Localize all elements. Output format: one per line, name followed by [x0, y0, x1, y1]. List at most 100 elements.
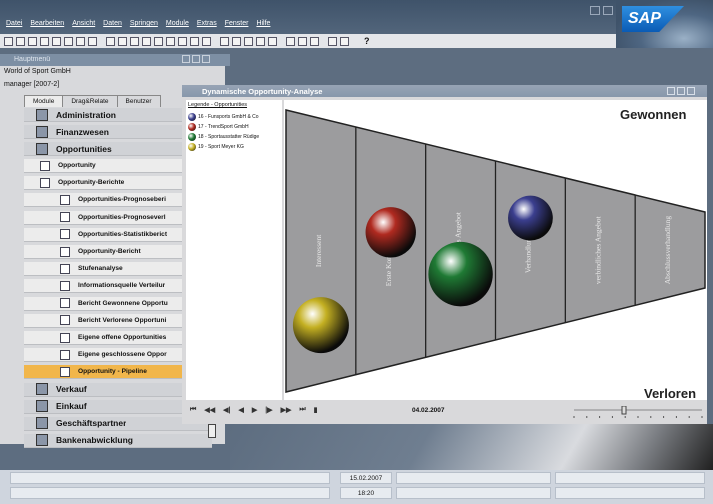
- alert-icon[interactable]: [328, 36, 337, 46]
- next-record-icon[interactable]: [154, 36, 163, 46]
- opportunity-bubble[interactable]: [428, 241, 493, 307]
- pipeline-funnel: InteressentErste KontaktaufnahmeUnverbin…: [285, 109, 706, 393]
- report-icon: [60, 263, 70, 274]
- status-bar: 15.02.2007 18:20: [0, 470, 713, 504]
- last-record-icon[interactable]: [166, 36, 175, 46]
- stage-label: Abschlussverhandlung: [663, 216, 672, 285]
- status-field-message: [10, 472, 330, 484]
- find-icon[interactable]: [106, 36, 115, 46]
- report-icon: [60, 349, 70, 360]
- menu-item-8[interactable]: Hilfe: [256, 20, 270, 30]
- playback-button[interactable]: ▮: [314, 406, 318, 414]
- menu-item-4[interactable]: Springen: [130, 20, 158, 30]
- add-icon[interactable]: [118, 36, 127, 46]
- help-icon[interactable]: ?: [364, 36, 370, 46]
- menu-item-3[interactable]: Daten: [103, 20, 122, 30]
- legend-item: 16 - Funsports GmbH & Co: [188, 113, 282, 121]
- print-icon[interactable]: [16, 36, 25, 46]
- gross-profit-icon[interactable]: [244, 36, 253, 46]
- menu-item-7[interactable]: Fenster: [225, 20, 249, 30]
- playback-button[interactable]: ▶: [252, 406, 257, 414]
- tab-drag-relate[interactable]: Drag&Relate: [62, 95, 118, 107]
- module-item[interactable]: Bankenabwicklung: [24, 433, 212, 448]
- scrollbar[interactable]: [208, 424, 216, 438]
- menu-bar: Datei Bearbeiten Ansicht Daten Springen Modul…: [6, 20, 270, 30]
- legend-item: 17 - TrendSport GmbH: [188, 123, 282, 131]
- playback-button[interactable]: ⏮: [190, 406, 196, 414]
- finance-icon: [36, 125, 48, 138]
- tab-modules[interactable]: Module: [24, 95, 64, 107]
- tab-user[interactable]: Benutzer: [116, 95, 161, 107]
- legend-label: 19 - Sport Meyer KG: [198, 144, 244, 150]
- menu-item-1[interactable]: Bearbeiten: [30, 20, 64, 30]
- close-icon[interactable]: [202, 55, 210, 63]
- previous-record-icon[interactable]: [142, 36, 151, 46]
- module-item-label: Opportunities: [56, 143, 112, 154]
- main-menu-tabs: Module Drag&Relate Benutzer: [24, 95, 161, 107]
- module-item-label: Bericht Gewonnene Opportu: [78, 299, 168, 307]
- menu-item-5[interactable]: Module: [166, 20, 189, 30]
- filter-icon[interactable]: [178, 36, 187, 46]
- module-item-label: Bericht Verlorene Opportuni: [78, 316, 167, 324]
- payment-means-icon[interactable]: [256, 36, 265, 46]
- export-icon[interactable]: [76, 36, 85, 46]
- sort-icon[interactable]: [190, 36, 199, 46]
- base-document-icon[interactable]: [202, 36, 211, 46]
- playback-date: 04.02.2007: [412, 407, 445, 414]
- new-icon[interactable]: [4, 36, 13, 46]
- module-item-label: Opportunities-Statistikberict: [78, 230, 168, 238]
- admin-icon: [36, 108, 48, 121]
- playback-button[interactable]: ◀: [238, 406, 243, 414]
- menu-item-2[interactable]: Ansicht: [72, 20, 95, 30]
- settings-icon[interactable]: [268, 36, 277, 46]
- report-icon: [60, 298, 70, 309]
- playback-button[interactable]: ◀◀: [204, 406, 215, 414]
- slider-thumb[interactable]: [621, 406, 627, 415]
- main-menu-controls: [182, 55, 210, 63]
- fax-icon[interactable]: [64, 36, 73, 46]
- legend-label: 17 - TrendSport GmbH: [198, 124, 249, 130]
- module-item-label: Einkauf: [56, 401, 87, 412]
- playback-button[interactable]: ▶▶: [281, 406, 292, 414]
- opportunity-bubble[interactable]: [292, 297, 349, 354]
- timeline-slider[interactable]: [570, 406, 706, 420]
- sms-icon[interactable]: [52, 36, 61, 46]
- lost-label: Verloren: [644, 386, 697, 401]
- minimize-icon[interactable]: [590, 6, 600, 15]
- opportunity-bubble[interactable]: [365, 207, 416, 258]
- report-icon: [60, 246, 70, 257]
- minimize-icon[interactable]: [667, 87, 675, 95]
- report-icon: [60, 194, 70, 205]
- stage-label: Interessent: [314, 234, 323, 267]
- first-record-icon[interactable]: [130, 36, 139, 46]
- pencil-icon[interactable]: [286, 36, 295, 46]
- messages-icon[interactable]: [340, 36, 349, 46]
- close-icon[interactable]: [687, 87, 695, 95]
- minimize-icon[interactable]: [182, 55, 190, 63]
- legend-swatch: [188, 113, 196, 121]
- calendar-icon[interactable]: [298, 36, 307, 46]
- menu-item-0[interactable]: Datei: [6, 20, 22, 30]
- query-icon[interactable]: [310, 36, 319, 46]
- user-name: manager [2007-2]: [4, 81, 60, 88]
- maximize-icon[interactable]: [677, 87, 685, 95]
- sales-icon: [36, 383, 48, 396]
- lock-icon[interactable]: [88, 36, 97, 46]
- purchase-icon: [36, 400, 48, 413]
- target-document-icon[interactable]: [220, 36, 229, 46]
- relationship-map-icon[interactable]: [232, 36, 241, 46]
- playback-button[interactable]: |▶: [265, 406, 272, 414]
- menu-item-6[interactable]: Extras: [197, 20, 217, 30]
- stage-label: verbindliches Angebot: [593, 215, 602, 284]
- maximize-icon[interactable]: [192, 55, 200, 63]
- email-icon[interactable]: [40, 36, 49, 46]
- company-name: World of Sport GmbH: [4, 68, 71, 75]
- status-field: [10, 487, 330, 499]
- playback-button[interactable]: ⏭: [299, 406, 305, 414]
- background-image: [230, 424, 713, 470]
- playback-button[interactable]: ◀|: [223, 406, 230, 414]
- preview-icon[interactable]: [28, 36, 37, 46]
- opportunity-bubble[interactable]: [508, 195, 553, 241]
- module-item-label: Verkauf: [56, 384, 87, 395]
- maximize-icon[interactable]: [603, 6, 613, 15]
